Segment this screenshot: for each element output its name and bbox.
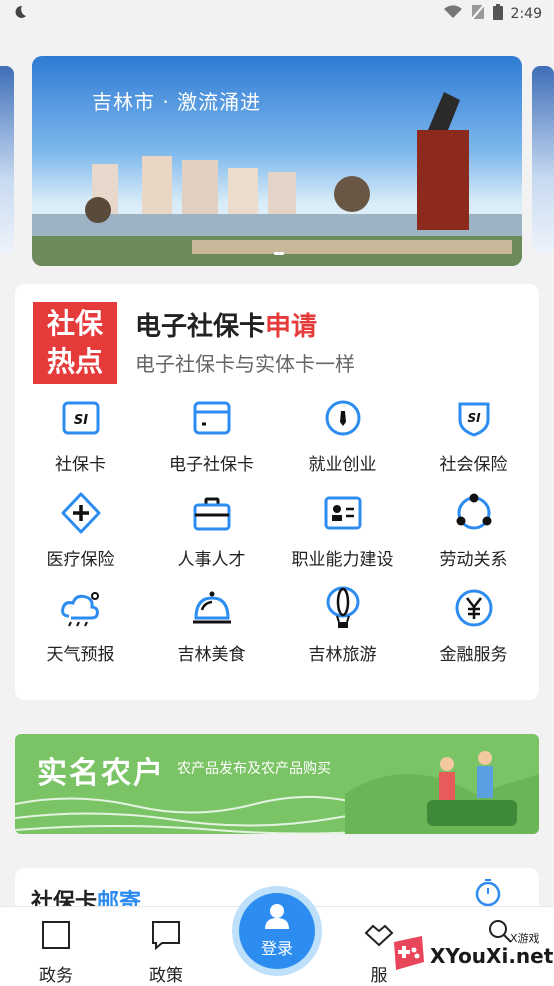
service-si-card[interactable]: SI 社保卡 [15, 396, 146, 491]
banner-slide[interactable]: 吉林市 · 激流涌进 [32, 56, 522, 266]
carousel-indicator [274, 252, 284, 255]
farmer-banner-subtitle: 农产品发布及农产品购买 [177, 761, 331, 777]
no-sim-icon [470, 4, 485, 24]
service-label: 医疗保险 [46, 550, 115, 570]
service-e-card[interactable]: 电子社保卡 [146, 396, 277, 491]
service-medical[interactable]: 医疗保险 [15, 491, 146, 586]
training-id-icon [321, 491, 365, 535]
e-card-icon [190, 396, 234, 440]
service-employment[interactable]: 就业创业 [277, 396, 408, 491]
watermark-text: XYouXi.net [430, 944, 554, 968]
service-insurance[interactable]: SI 社会保险 [408, 396, 539, 491]
hot-news-subtitle[interactable]: 电子社保卡与实体卡一样 [135, 348, 355, 377]
insurance-shield-icon: SI [452, 396, 496, 440]
service-grid: SI 社保卡 电子社保卡 就业创业 SI 社会保险 医疗保险 人事人才 职业能力… [15, 396, 539, 681]
banner-caption: 吉林市 · 激流涌进 [92, 90, 262, 114]
tab-policy[interactable]: 政策 [131, 919, 201, 986]
employment-icon [321, 396, 365, 440]
policy-icon [150, 919, 182, 955]
food-cloche-icon [190, 586, 234, 630]
weather-icon [59, 586, 103, 630]
tab-label: 政策 [149, 966, 183, 986]
hot-title-accent: 申请 [265, 312, 318, 342]
service-label: 电子社保卡 [169, 455, 254, 475]
wifi-icon [443, 5, 463, 23]
service-label: 职业能力建设 [291, 550, 394, 570]
svg-text:SI: SI [467, 411, 481, 425]
service-finance[interactable]: 金融服务 [408, 586, 539, 681]
service-label: 金融服务 [439, 645, 508, 665]
banner-next-slide[interactable] [532, 66, 554, 254]
watermark: X游戏 XYouXi.net [388, 928, 553, 978]
service-food[interactable]: 吉林美食 [146, 586, 277, 681]
farmer-banner-title: 实名农户 [37, 756, 165, 791]
service-label: 吉林美食 [177, 645, 246, 665]
user-icon [263, 903, 291, 933]
service-travel[interactable]: 吉林旅游 [277, 586, 408, 681]
status-time: 2:49 [510, 6, 542, 22]
service-label: 社会保险 [439, 455, 508, 475]
tab-label: 政务 [39, 966, 73, 986]
hot-news-title[interactable]: 电子社保卡申请 [135, 306, 317, 343]
battery-icon [492, 4, 503, 24]
gamepad-logo-icon [388, 932, 428, 978]
services-card: 社保 热点 电子社保卡申请 电子社保卡与实体卡一样 SI 社保卡 电子社保卡 就… [15, 284, 539, 700]
service-label: 社保卡 [55, 455, 106, 475]
yen-icon [452, 586, 496, 630]
service-training[interactable]: 职业能力建设 [277, 491, 408, 586]
login-button-inner: 登录 [239, 893, 315, 969]
login-label: 登录 [260, 939, 293, 958]
farmer-banner[interactable]: 实名农户 农产品发布及农产品购买 [15, 734, 539, 834]
tab-label: 服 [370, 966, 388, 986]
hot-title-main: 电子社保卡 [135, 312, 266, 342]
service-label: 劳动关系 [439, 550, 508, 570]
moon-icon [12, 4, 28, 24]
social-hot-logo: 社保 热点 [33, 302, 117, 384]
login-button[interactable]: 登录 [232, 886, 322, 976]
hot-logo-line1: 社保 [46, 307, 103, 340]
briefcase-icon [190, 491, 234, 535]
service-label: 吉林旅游 [308, 645, 377, 665]
travel-balloon-icon [321, 586, 365, 630]
service-weather[interactable]: 天气预报 [15, 586, 146, 681]
status-bar: 2:49 [0, 0, 554, 28]
svg-text:SI: SI [73, 413, 87, 428]
si-card-icon: SI [59, 396, 103, 440]
service-label: 就业创业 [308, 455, 377, 475]
banner-prev-slide[interactable] [0, 66, 14, 254]
medical-plus-icon [59, 491, 103, 535]
banner-carousel[interactable]: 吉林市 · 激流涌进 [0, 56, 554, 268]
service-label: 人事人才 [177, 550, 246, 570]
service-label: 天气预报 [46, 645, 115, 665]
gov-icon [40, 919, 72, 955]
tab-gov[interactable]: 政务 [21, 919, 91, 986]
hot-logo-line2: 热点 [46, 345, 103, 378]
service-personnel[interactable]: 人事人才 [146, 491, 277, 586]
relations-cycle-icon [452, 491, 496, 535]
service-labor[interactable]: 劳动关系 [408, 491, 539, 586]
